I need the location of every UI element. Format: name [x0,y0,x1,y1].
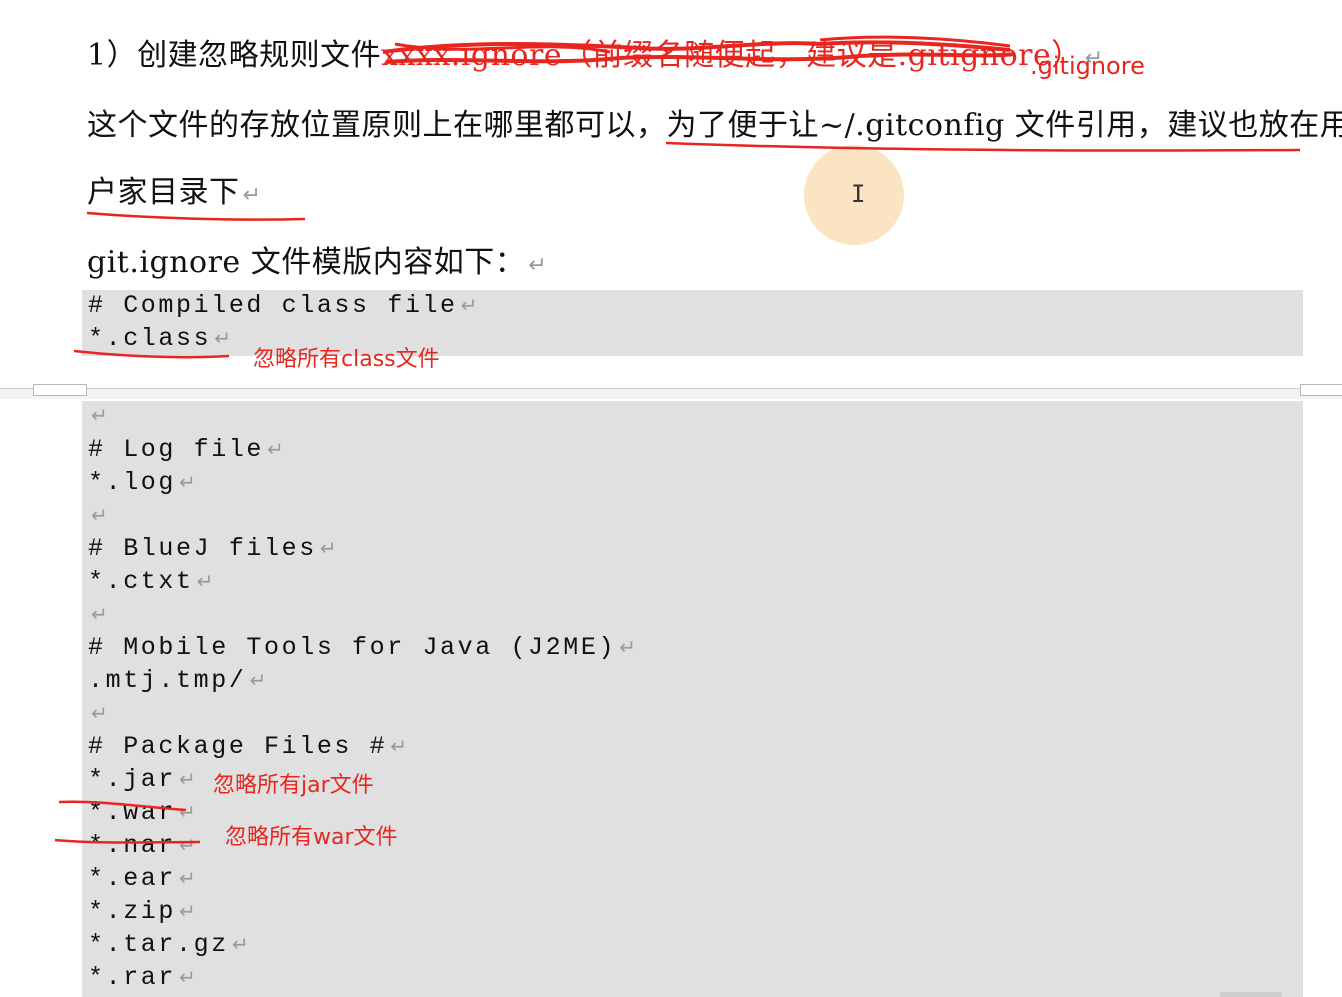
code-line: # BlueJ files ↵ [88,534,337,563]
paragraph-location-line1[interactable]: 这个文件的存放位置原则上在哪里都可以，为了便于让~/.gitconfig 文件引… [87,100,1342,144]
paragraph-text: 这个文件的存放位置原则上在哪里都可以， [87,108,667,143]
paragraph-mark-icon: ↵ [619,635,636,659]
paragraph-create-ignore-file[interactable]: 1）创建忽略规则文件xxxx.ignore（前缀名随便起，建议是.gitigno… [87,30,1104,74]
code-line: *.nar ↵ [88,831,196,860]
code-line: *.jar ↵ [88,765,196,794]
code-block-bottom[interactable] [82,401,1303,997]
paragraph-text: 户家目录下 [87,175,240,210]
paragraph-mark-icon: ↵ [179,866,196,890]
paragraph-mark-icon: ↵ [196,569,214,593]
code-line: *.ear ↵ [88,864,196,893]
code-line: *.rar ↵ [88,963,196,992]
paragraph-mark-icon: ↵ [319,536,337,560]
annotation-ignore-class: 忽略所有class文件 [253,347,440,372]
underlined-text: 为了便于让~/.gitconfig 文件引用，建议也放在用 [666,108,1342,143]
code-line: ↵ [88,699,108,728]
margin-corner-mark-left [33,384,87,396]
crossed-out-text: xxxx.ignore（前缀名随便起，建议是.gitignore） [381,38,1082,73]
paragraph-text: 1）创建忽略规则文件 [87,38,382,73]
paragraph-mark-icon: ↵ [179,470,196,494]
paragraph-text: git.ignore 文件模版内容如下： [87,245,526,280]
code-line: ↵ [88,401,108,430]
paragraph-mark-icon: ↵ [249,668,267,692]
code-line: # Mobile Tools for Java (J2ME) ↵ [88,633,636,662]
paragraph-mark-icon: ↵ [242,183,262,208]
code-line: ↵ [88,501,108,530]
paragraph-mark-icon: ↵ [179,833,196,857]
paragraph-mark-icon: ↵ [91,602,108,626]
code-line: .mtj.tmp/↵ [88,666,267,695]
paragraph-mark-icon: ↵ [179,800,196,824]
paragraph-mark-icon: ↵ [179,767,196,791]
i-beam-cursor-icon: I [851,180,866,208]
paragraph-mark-icon: ↵ [91,503,108,527]
paragraph-mark-icon: ↵ [460,293,478,317]
paragraph-template-intro[interactable]: git.ignore 文件模版内容如下： ↵ [87,237,547,281]
paragraph-mark-icon: ↵ [179,965,196,989]
paragraph-mark-icon: ↵ [528,253,548,278]
code-line: *.war ↵ [88,798,196,827]
paragraph-mark-icon: ↵ [390,734,408,758]
code-line: *.ctxt ↵ [88,567,214,596]
code-line: *.class ↵ [88,324,231,353]
code-line: ↵ [88,600,108,629]
code-line: *.log ↵ [88,468,196,497]
scrollbar-thumb[interactable] [1220,992,1282,997]
annotation-gitignore: .gitignore [1030,52,1145,80]
paragraph-mark-icon: ↵ [91,403,108,427]
code-line: # Compiled class file ↵ [88,291,478,320]
code-line: *.zip ↵ [88,897,196,926]
paragraph-mark-icon: ↵ [214,326,231,350]
paragraph-location-line2[interactable]: 户家目录下 ↵ [87,167,261,211]
paragraph-mark-icon: ↵ [179,899,196,923]
annotation-ignore-war: 忽略所有war文件 [225,825,398,850]
document-page-2 [0,399,1342,997]
code-line: # Package Files # ↵ [88,732,408,761]
code-line: # Log file ↵ [88,435,284,464]
paragraph-mark-icon: ↵ [231,932,249,956]
code-line: *.tar.gz ↵ [88,930,249,959]
paragraph-mark-icon: ↵ [91,701,108,725]
annotation-ignore-jar: 忽略所有jar文件 [213,773,374,798]
margin-corner-mark-right [1300,384,1342,396]
paragraph-mark-icon: ↵ [267,437,284,461]
